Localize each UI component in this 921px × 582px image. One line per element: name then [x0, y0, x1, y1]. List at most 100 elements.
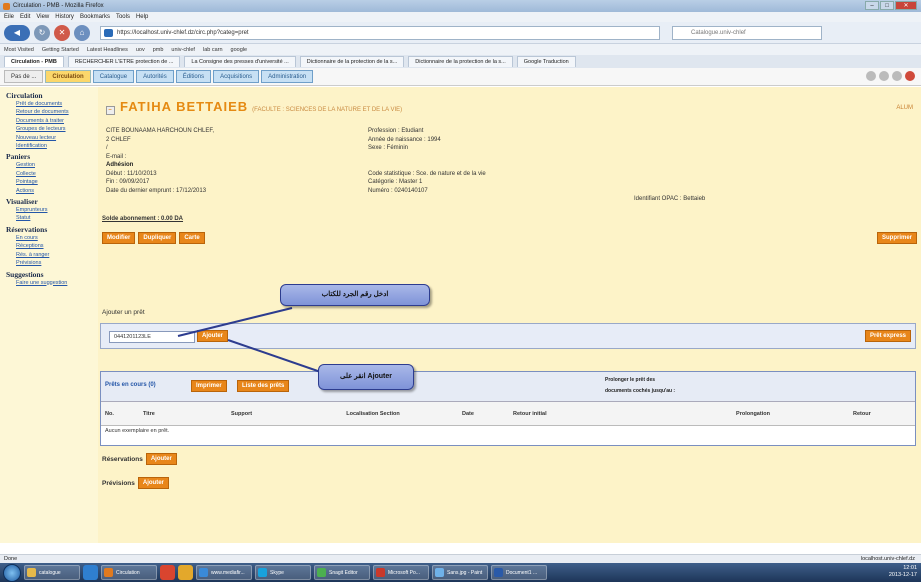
- sidebar-item[interactable]: Emprunteurs: [16, 206, 98, 214]
- sidebar-item[interactable]: En cours: [16, 234, 98, 242]
- browser-tab[interactable]: Dictionnaire de la protection de la s...: [408, 56, 513, 67]
- browser-tab[interactable]: Google Traduction: [516, 56, 576, 67]
- ie-icon[interactable]: [83, 565, 98, 580]
- sidebar-item[interactable]: Groupes de lecteurs: [16, 125, 98, 133]
- logout-icon[interactable]: [905, 71, 915, 81]
- delete-button[interactable]: Supprimer: [876, 232, 917, 244]
- bookmark-item[interactable]: pmb: [153, 47, 164, 53]
- bookmark-item[interactable]: univ-chlef: [171, 47, 195, 53]
- taskbar-item[interactable]: Microsoft Po...: [373, 565, 429, 580]
- close-button[interactable]: ✕: [895, 1, 917, 10]
- pmb-tab-autorites[interactable]: Autorités: [136, 70, 174, 83]
- bookmark-item[interactable]: google: [231, 47, 248, 53]
- pmb-tab[interactable]: Pas de ...: [4, 70, 44, 83]
- callout-inventory: ادخل رقم الجرد للكتاب: [280, 284, 430, 306]
- add-prevision-button[interactable]: Ajouter: [137, 477, 169, 489]
- sidebar-item[interactable]: Nouveau lecteur: [16, 134, 98, 142]
- menu-bookmarks[interactable]: Bookmarks: [80, 14, 110, 20]
- sidebar-item[interactable]: Prêt de documents: [16, 100, 98, 108]
- bookmark-item[interactable]: Latest Headlines: [87, 47, 128, 53]
- firefox-icon: [3, 2, 10, 10]
- subscription-balance: Solde abonnement : 0.00 DA: [102, 216, 184, 222]
- maximize-button[interactable]: □: [880, 1, 894, 10]
- loan-list-button[interactable]: Liste des prêts: [237, 380, 290, 392]
- col-extension: Prolongation: [736, 410, 770, 417]
- pmb-tab-acquisitions[interactable]: Acquisitions: [213, 70, 260, 83]
- minimize-button[interactable]: –: [865, 1, 879, 10]
- settings-icon[interactable]: [879, 71, 889, 81]
- col-initial-return: Retour initial: [513, 410, 547, 417]
- menu-edit[interactable]: Edit: [20, 14, 30, 20]
- sidebar-heading: Circulation: [6, 91, 43, 100]
- browser-tab[interactable]: Dictionnaire de la protection de la s...: [299, 56, 405, 67]
- start-button[interactable]: [3, 563, 21, 582]
- status-text: Done: [4, 556, 18, 562]
- menu-tools[interactable]: Tools: [116, 14, 130, 20]
- menu-view[interactable]: View: [36, 14, 49, 20]
- express-loan-button[interactable]: Prêt express: [864, 330, 911, 342]
- sidebar-item[interactable]: Réceptions: [16, 242, 98, 250]
- sidebar-item[interactable]: Actions: [16, 187, 98, 195]
- address-line: E-mail :: [106, 153, 127, 160]
- birth-year: Année de naissance : 1994: [368, 136, 441, 143]
- duplicate-button[interactable]: Dupliquer: [138, 232, 177, 244]
- sidebar-item[interactable]: Documents à traiter: [16, 117, 98, 125]
- bookmarks-toolbar: Most Visited Getting Started Latest Head…: [0, 44, 921, 55]
- sidebar-item[interactable]: Rés. à ranger: [16, 251, 98, 259]
- reload-icon[interactable]: ↻: [34, 24, 50, 41]
- search-input[interactable]: Catalogue.univ-chlef: [672, 25, 822, 40]
- url-bar[interactable]: https://localhost.univ-chlef.dz/circ.php…: [100, 25, 660, 40]
- sidebar-item[interactable]: Prévisions: [16, 259, 98, 267]
- col-no: No.: [105, 410, 114, 417]
- taskbar-item[interactable]: Snagit Editor: [314, 565, 370, 580]
- adhesion-end: Fin : 09/09/2017: [106, 179, 150, 185]
- menu-file[interactable]: Eile: [4, 14, 14, 20]
- back-button[interactable]: ◀: [4, 24, 30, 41]
- taskbar-item[interactable]: Sans.jpg - Paint: [432, 565, 488, 580]
- taskbar-item[interactable]: catalogue: [24, 565, 80, 580]
- pmb-tab-circulation[interactable]: Circulation: [45, 70, 91, 83]
- bookmark-item[interactable]: Most Visited: [4, 47, 34, 53]
- bookmark-item[interactable]: uov: [136, 47, 145, 53]
- stop-icon[interactable]: ✕: [54, 24, 70, 41]
- bookmark-item[interactable]: lab carn: [203, 47, 223, 53]
- pmb-tab-editions[interactable]: Éditions: [175, 70, 212, 83]
- sidebar-item[interactable]: Gestion: [16, 161, 98, 169]
- profession: Profession : Etudiant: [368, 128, 424, 134]
- taskbar-item[interactable]: Skype: [255, 565, 311, 580]
- sidebar-item[interactable]: Retour de documents: [16, 108, 98, 116]
- browser-tab[interactable]: RECHERCHER L'ETRE protection de ...: [67, 56, 181, 67]
- sidebar-item[interactable]: Statut: [16, 214, 98, 222]
- sidebar-item[interactable]: Identification: [16, 142, 98, 150]
- window-titlebar: Circulation - PMB - Mozilla Firefox – □ …: [0, 0, 921, 12]
- sidebar-item[interactable]: Collecte: [16, 170, 98, 178]
- home-icon[interactable]: ⌂: [74, 24, 90, 41]
- expand-icon[interactable]: –: [106, 106, 115, 115]
- taskbar-item[interactable]: Document1 ...: [491, 565, 547, 580]
- chrome-icon[interactable]: [160, 565, 175, 580]
- menu-history[interactable]: History: [55, 14, 74, 20]
- pmb-tab-catalogue[interactable]: Catalogue: [92, 70, 135, 83]
- browser-tab[interactable]: La Consigne des presses d'université ...: [184, 56, 296, 67]
- taskbar-item[interactable]: www.mediafir...: [196, 565, 252, 580]
- app-icon[interactable]: [178, 565, 193, 580]
- pmb-tab-administration[interactable]: Administration: [261, 70, 314, 83]
- bookmark-item[interactable]: Getting Started: [42, 47, 79, 53]
- modify-button[interactable]: Modifier: [102, 232, 136, 244]
- help-icon[interactable]: [866, 71, 876, 81]
- sidebar-item[interactable]: Faire une suggestion: [16, 279, 98, 287]
- system-clock[interactable]: 12:01 2013-12-17: [889, 565, 917, 579]
- adhesion-start: Début : 11/10/2013: [106, 170, 157, 177]
- add-reservation-button[interactable]: Ajouter: [145, 453, 177, 465]
- barcode-input[interactable]: 0441201123LE: [109, 331, 195, 343]
- taskbar-item[interactable]: Circulation: [101, 565, 157, 580]
- print-button[interactable]: Imprimer: [191, 380, 227, 392]
- user-icon[interactable]: [892, 71, 902, 81]
- address-line: /: [106, 145, 108, 151]
- menu-help[interactable]: Help: [136, 14, 148, 20]
- add-loan-button[interactable]: Ajouter: [197, 330, 228, 342]
- browser-tab[interactable]: Circulation - PMB: [4, 56, 64, 67]
- previsions-label: Prévisions: [102, 479, 135, 487]
- sidebar-item[interactable]: Pointage: [16, 178, 98, 186]
- card-button[interactable]: Carte: [179, 232, 205, 244]
